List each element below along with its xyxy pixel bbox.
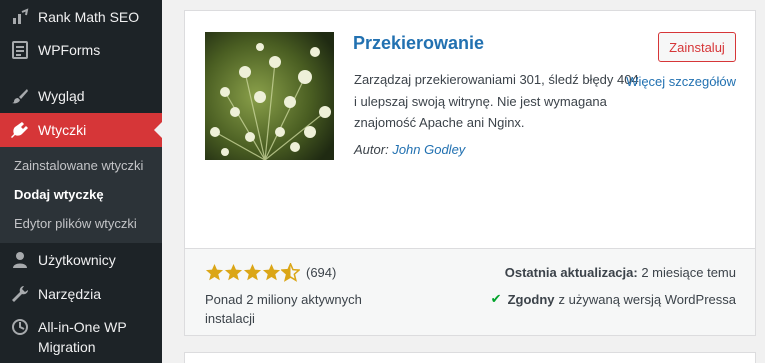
submenu-item-plugin-editor[interactable]: Edytor plików wtyczki: [14, 216, 137, 231]
author-link[interactable]: John Godley: [392, 142, 465, 157]
compatibility: ✔ Zgodny z używaną wersją WordPressa: [491, 291, 736, 307]
sidebar-item-label: Narzędzia: [38, 286, 102, 302]
sidebar-item-rank-math-seo[interactable]: Rank Math SEO: [0, 0, 162, 34]
rating-count: (694): [306, 265, 337, 280]
star-full-icon: [224, 263, 243, 281]
plugin-author: Autor: John Godley: [354, 142, 465, 157]
sidebar-item-label: WPForms: [38, 42, 101, 58]
submenu-item-installed-plugins[interactable]: Zainstalowane wtyczki: [14, 158, 143, 173]
star-full-icon: [262, 263, 281, 281]
sidebar-item-narzedzia[interactable]: Narzędzia: [0, 277, 162, 311]
checkmark-icon: ✔: [490, 291, 502, 306]
wrench-icon: [10, 284, 30, 304]
star-full-icon: [243, 263, 262, 281]
sidebar-item-wtyczki[interactable]: Wtyczki: [0, 113, 162, 147]
admin-sidebar: Rank Math SEO WPForms Wygląd Wtyczki Zai…: [0, 0, 162, 363]
next-plugin-card: [184, 352, 756, 363]
compat-label: Zgodny: [507, 291, 555, 307]
plugin-description: Zarządzaj przekierowaniami 301, śledź bł…: [354, 72, 639, 130]
plugin-thumbnail[interactable]: [205, 32, 334, 160]
author-prefix: Autor:: [354, 142, 389, 157]
users-icon: [10, 250, 30, 270]
sidebar-item-label: Wtyczki: [38, 122, 87, 138]
sidebar-item-label: Rank Math SEO: [38, 9, 140, 25]
plugins-submenu: Zainstalowane wtyczki Dodaj wtyczkę Edyt…: [0, 147, 162, 243]
label-line-1: All-in-One WP: [38, 319, 127, 335]
star-half-icon: [281, 263, 300, 282]
rank-math-icon: [10, 7, 30, 27]
sidebar-item-wyglad[interactable]: Wygląd: [0, 79, 162, 113]
submenu-item-add-plugin[interactable]: Dodaj wtyczkę: [14, 187, 104, 202]
sidebar-item-label: Użytkownicy: [38, 252, 116, 268]
compat-text: z używaną wersją WordPressa: [558, 291, 737, 307]
plugin-icon: [10, 120, 30, 140]
install-button[interactable]: Zainstaluj: [658, 32, 736, 62]
plugin-title[interactable]: Przekierowanie: [353, 33, 484, 54]
sidebar-item-label: Wygląd: [38, 88, 85, 104]
star-full-icon: [205, 263, 224, 281]
plugin-card-top: Przekierowanie Zarządzaj przekierowaniam…: [185, 11, 755, 248]
plugin-card: Przekierowanie Zarządzaj przekierowaniam…: [184, 10, 756, 336]
sidebar-item-all-in-one-wp-migration[interactable]: All-in-One WP Migration: [0, 313, 162, 357]
paintbrush-icon: [10, 86, 30, 106]
sidebar-item-wpforms[interactable]: WPForms: [0, 33, 162, 67]
wpforms-icon: [10, 40, 30, 60]
sidebar-item-uzytkownicy[interactable]: Użytkownicy: [0, 243, 162, 277]
sidebar-item-label: All-in-One WP Migration: [38, 317, 127, 357]
last-updated-value: 2 miesiące temu: [641, 265, 736, 280]
last-updated-label: Ostatnia aktualizacja:: [504, 265, 638, 280]
more-details-link[interactable]: Więcej szczegółów: [626, 74, 736, 89]
label-line-2: Migration: [38, 339, 96, 355]
star-rating: (694): [205, 263, 336, 282]
migration-icon: [10, 317, 30, 337]
last-updated: Ostatnia aktualizacja: 2 miesiące temu: [505, 265, 736, 280]
plugin-card-bottom: (694) Ponad 2 miliony aktywnych instalac…: [185, 248, 755, 335]
active-installs: Ponad 2 miliony aktywnych instalacji: [205, 292, 362, 326]
